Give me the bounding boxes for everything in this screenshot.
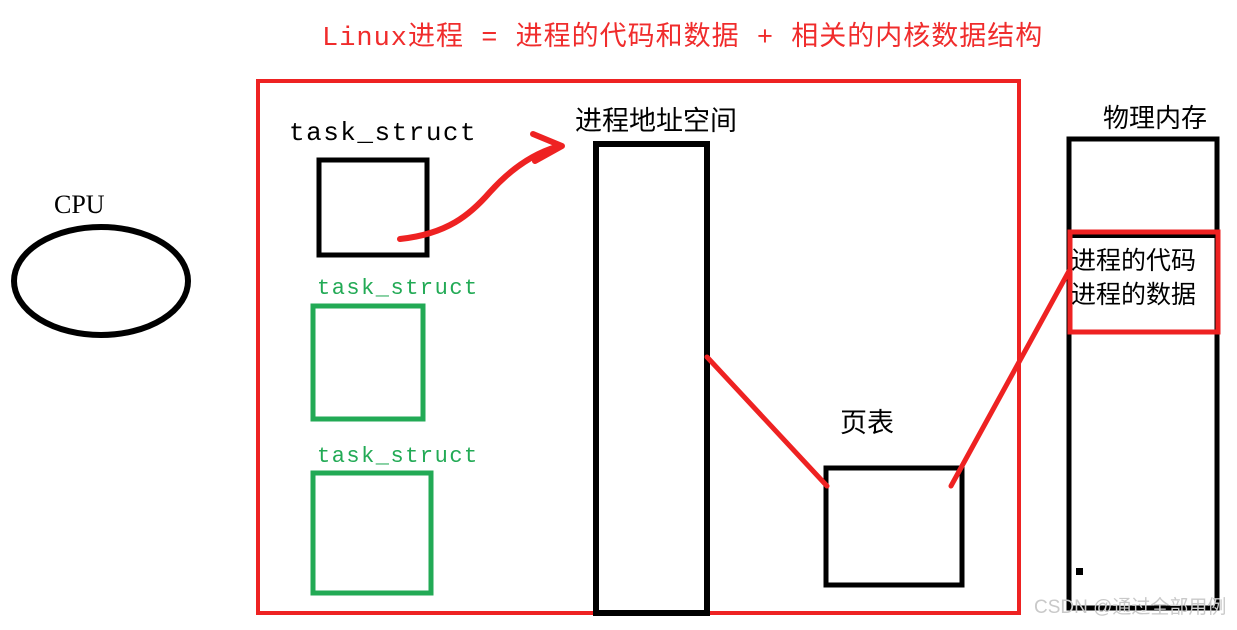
task-struct-box-2 [310,303,426,422]
cpu-ellipse [11,224,191,338]
address-space-to-page-table-line [704,354,830,489]
physical-memory-cell-line-2: 进程的数据 [1071,282,1197,309]
page-table-label: 页表 [840,408,894,438]
task-struct-box-1 [316,157,430,258]
physical-memory-box [1066,136,1220,611]
diagram-vector-layer [11,79,1221,616]
diagram-title: Linux进程 = 进程的代码和数据 + 相关的内核数据结构 [322,24,1044,54]
task-struct-label-2: task_struct [317,276,479,301]
physical-memory-cell-line-1: 进程的代码 [1071,248,1197,275]
page-table-box [823,465,965,588]
address-space-label: 进程地址空间 [575,106,737,136]
task-struct-label-3: task_struct [317,444,479,469]
physical-memory-label: 物理内存 [1103,104,1208,133]
page-table-to-physical-memory-line [948,268,1072,489]
cpu-label: CPU [54,190,105,219]
memory-dot-marker [1076,568,1083,575]
diagram-canvas: Linux进程 = 进程的代码和数据 + 相关的内核数据结构 CPU task_… [0,0,1237,630]
task-struct-box-3 [310,470,434,596]
csdn-watermark: CSDN @通过全部用例 [1034,597,1227,618]
address-space-box [593,141,710,616]
task-struct-label-1: task_struct [289,118,478,148]
